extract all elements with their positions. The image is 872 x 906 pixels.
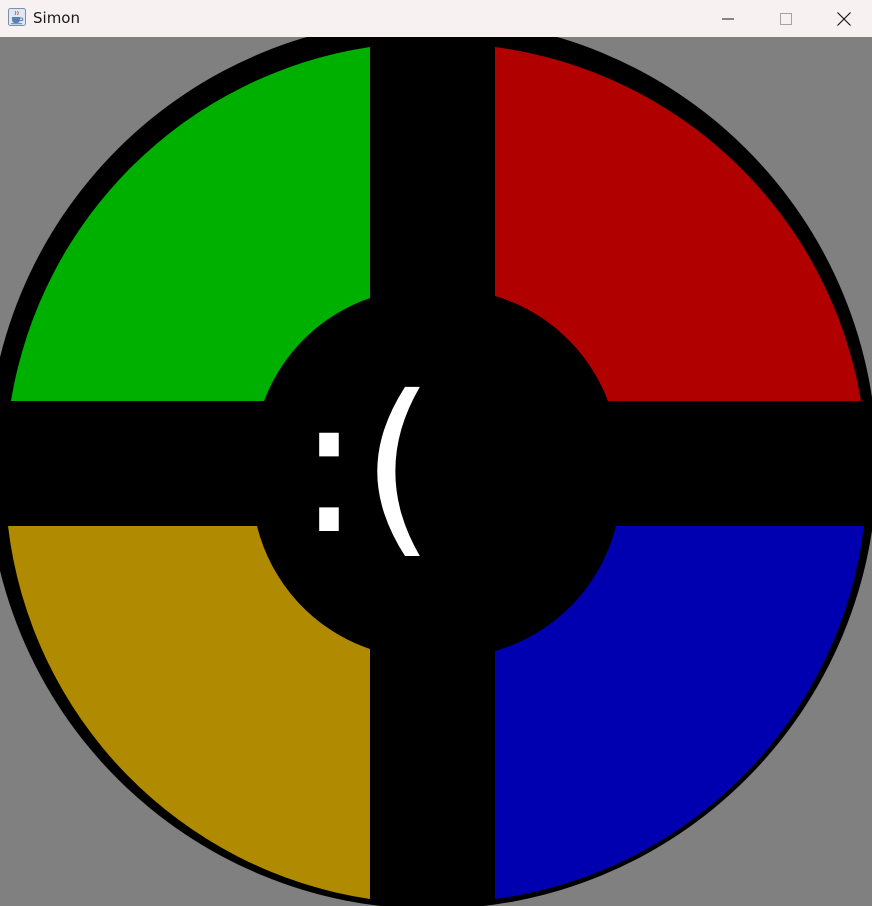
title-bar[interactable]: Simon xyxy=(0,0,872,37)
minimize-icon xyxy=(722,18,734,19)
maximize-button[interactable] xyxy=(757,0,815,37)
java-cup-icon xyxy=(8,8,26,26)
window-title: Simon xyxy=(33,9,80,27)
close-icon xyxy=(837,11,851,26)
game-canvas: :( xyxy=(0,37,872,906)
minimize-button[interactable] xyxy=(699,0,757,37)
simon-window: Simon :( xyxy=(0,0,872,906)
maximize-icon xyxy=(780,12,792,25)
center-status-text: :( xyxy=(297,355,435,576)
close-button[interactable] xyxy=(815,0,872,37)
simon-board: :( xyxy=(0,37,872,906)
